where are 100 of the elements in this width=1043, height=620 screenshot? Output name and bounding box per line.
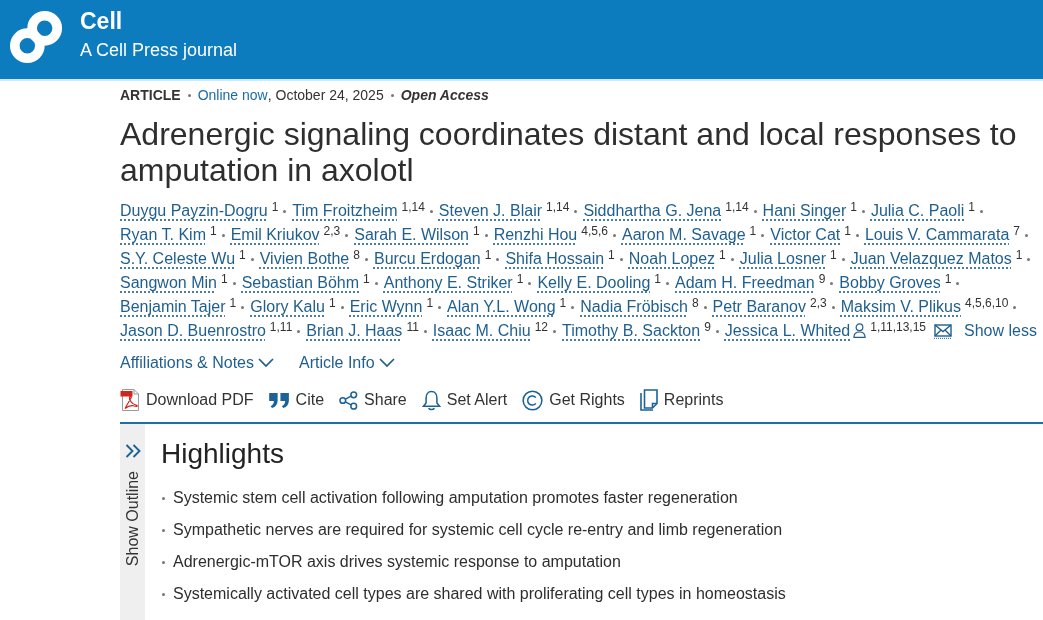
- author-link[interactable]: Isaac M. Chiu: [432, 322, 531, 339]
- author-link[interactable]: Juan Velazquez Matos: [850, 250, 1012, 267]
- affiliation-number: 7: [1013, 224, 1020, 238]
- affiliation-number: 1: [559, 296, 567, 310]
- show-outline-button[interactable]: Show Outline: [120, 424, 145, 620]
- bullet-icon: [162, 496, 165, 500]
- author-link[interactable]: Vivien Bothe: [259, 250, 350, 267]
- author-link[interactable]: Timothy B. Sackton: [562, 322, 701, 339]
- author-link[interactable]: Emil Kriukov: [230, 226, 320, 243]
- author-link[interactable]: Hani Singer: [762, 202, 847, 219]
- author-link[interactable]: Burcu Erdogan: [373, 250, 481, 267]
- author-link[interactable]: Petr Baranov: [712, 298, 806, 315]
- author-link[interactable]: S.Y. Celeste Wu: [120, 250, 236, 267]
- reprints-button[interactable]: Reprints: [639, 388, 724, 412]
- affiliation-number: 2,3: [810, 296, 827, 310]
- affiliation-number: 1: [271, 200, 279, 214]
- affiliation-number: 1: [850, 200, 857, 214]
- highlight-text: Systemic stem cell activation following amputation promotes faster regeneration: [173, 488, 738, 508]
- author-link[interactable]: Duygu Payzin-Dogru: [120, 202, 268, 219]
- journal-name[interactable]: Cell: [80, 7, 238, 35]
- set-alert-button[interactable]: Set Alert: [421, 388, 508, 412]
- copyright-icon: [522, 389, 544, 411]
- author-link[interactable]: Julia Losner: [739, 250, 827, 267]
- affiliation-number: 1: [426, 296, 434, 310]
- affiliation-number: 8: [691, 296, 699, 310]
- share-icon: [339, 390, 359, 410]
- show-less-link[interactable]: Show less: [964, 319, 1037, 343]
- author-link[interactable]: Aaron M. Savage: [621, 226, 746, 243]
- author-link[interactable]: Jason D. Buenrostro: [120, 322, 266, 339]
- author-link[interactable]: Maksim V. Plikus: [840, 298, 961, 315]
- affiliation-number: 4,5,6,10: [965, 296, 1009, 310]
- affiliation-number: 4,5,6: [581, 224, 608, 238]
- journal-tagline: A Cell Press journal: [80, 39, 238, 61]
- online-now-link[interactable]: Online now: [197, 86, 268, 104]
- affiliation-number: 1,11: [269, 320, 293, 334]
- author-link[interactable]: Louis V. Cammarata: [864, 226, 1010, 243]
- author-link[interactable]: Glory Kalu: [250, 298, 325, 315]
- logo-icon[interactable]: [9, 10, 63, 64]
- affiliation-number: 1: [830, 248, 837, 262]
- author-link[interactable]: Siddhartha G. Jena: [583, 202, 722, 219]
- quote-icon: [268, 392, 290, 408]
- article-type: ARTICLE: [120, 86, 181, 104]
- affiliation-number: 1,11,13,15: [870, 320, 927, 334]
- author-link[interactable]: Benjamin Tajer: [120, 298, 226, 315]
- affiliation-number: 1: [209, 224, 217, 238]
- get-rights-button[interactable]: Get Rights: [522, 388, 625, 412]
- chevron-down-icon: [258, 358, 274, 368]
- share-button[interactable]: Share: [339, 388, 407, 412]
- expand-link[interactable]: Article Info: [299, 351, 395, 375]
- author-link[interactable]: Steven J. Blair: [438, 202, 542, 219]
- article-title: Adrenergic signaling coordinates distant and local responses to amputation in axolotl: [120, 116, 1018, 188]
- envelope-icon[interactable]: [934, 323, 953, 339]
- affiliation-number: 1: [844, 224, 851, 238]
- author-link[interactable]: Brian J. Haas: [306, 322, 403, 339]
- affiliation-number: 1: [654, 272, 661, 286]
- author-link[interactable]: Anthony E. Striker: [383, 274, 513, 291]
- author-link[interactable]: Sebastian Böhm: [241, 274, 360, 291]
- cite-button[interactable]: Cite: [268, 388, 325, 412]
- author-link[interactable]: Kelly E. Dooling: [537, 274, 651, 291]
- author-link[interactable]: Adam H. Freedman: [675, 274, 815, 291]
- author-link[interactable]: Victor Cat: [770, 226, 841, 243]
- affiliation-number: 1: [328, 296, 336, 310]
- publication-date: , October 24, 2025: [267, 86, 384, 104]
- affiliation-number: 1,14: [401, 200, 425, 214]
- affiliation-number: 9: [818, 272, 826, 286]
- affiliation-number: 1: [1015, 248, 1023, 262]
- author-link[interactable]: Julia C. Paoli: [870, 202, 965, 219]
- author-link[interactable]: Shifa Hossain: [505, 250, 605, 267]
- affiliation-number: 1: [516, 272, 524, 286]
- download-pdf-button[interactable]: Download PDF: [120, 388, 254, 412]
- affiliation-number: 1,14: [546, 200, 570, 214]
- author-link[interactable]: Nadia Fröbisch: [580, 298, 688, 315]
- author-link[interactable]: Bobby Groves: [839, 274, 941, 291]
- author-link[interactable]: Noah Lopez: [628, 250, 716, 267]
- affiliation-number: 12: [534, 320, 548, 334]
- author-link[interactable]: Tim Froitzheim: [292, 202, 398, 219]
- affiliation-number: 2,3: [323, 224, 341, 238]
- affiliation-number: 1: [220, 272, 228, 286]
- pdf-file-icon: [120, 388, 140, 412]
- expand-link[interactable]: Affiliations & Notes: [120, 351, 274, 375]
- author-link[interactable]: Alan Y.L. Wong: [447, 298, 556, 315]
- highlight-text: Systemically activated cell types are shared with proliferating cell types in homeostasis: [173, 584, 786, 604]
- bullet-icon: [162, 560, 165, 564]
- author-link[interactable]: Jessica L. Whited: [724, 322, 851, 339]
- affiliation-number: 1: [363, 272, 370, 286]
- author-link[interactable]: Sarah E. Wilson: [354, 226, 469, 243]
- highlight-text: Adrenergic-mTOR axis drives systemic response to amputation: [173, 552, 621, 572]
- affiliation-number: 1: [229, 296, 237, 310]
- author-link[interactable]: Sangwon Min: [120, 274, 217, 291]
- affiliation-number: 1: [749, 224, 757, 238]
- affiliation-number: 1: [719, 248, 726, 262]
- section-heading: Highlights: [161, 437, 285, 471]
- author-link[interactable]: Ryan T. Kim: [120, 226, 206, 243]
- chevron-down-icon: [378, 358, 395, 368]
- open-access-label: Open Access: [400, 86, 489, 104]
- author-link[interactable]: Eric Wynn: [349, 298, 423, 315]
- affiliation-number: 1: [968, 200, 975, 214]
- affiliation-number: 1: [608, 248, 615, 262]
- author-link[interactable]: Renzhi Hou: [493, 226, 578, 243]
- double-chevron-icon: [124, 444, 141, 458]
